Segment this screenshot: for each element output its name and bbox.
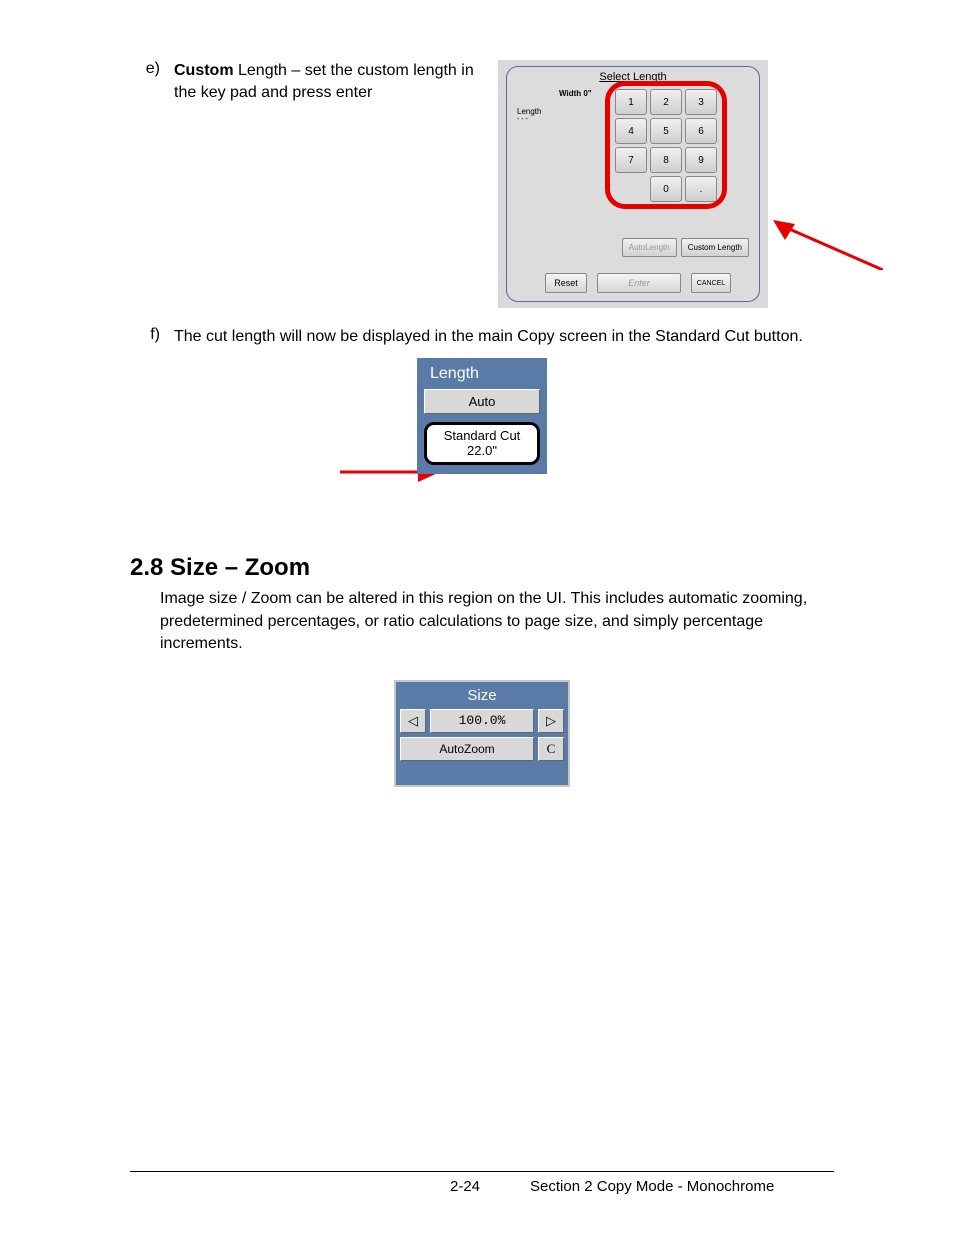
list-item-f: f) The cut length will now be displayed … [130, 326, 834, 348]
custom-length-button[interactable]: Custom Length [681, 238, 749, 257]
auto-button[interactable]: Auto [424, 389, 540, 414]
zoom-percent-button[interactable]: 100.0% [430, 709, 534, 733]
standard-cut-button[interactable]: Standard Cut 22.0" [424, 422, 540, 466]
list-item-e: e) Custom Length – set the custom length… [130, 60, 834, 308]
size-inner: Size ◁ 100.0% ▷ AutoZoom C [396, 682, 568, 785]
select-length-panel: Select Length Width 0" Length - - - 1 2 … [498, 60, 768, 308]
arrow-icon [773, 220, 883, 270]
select-length-title: Select Length [507, 71, 759, 83]
key-9[interactable]: 9 [685, 147, 717, 173]
footer-line: 2-24 Section 2 Copy Mode - Monochrome [130, 1178, 834, 1195]
standard-cut-label: Standard Cut [429, 429, 535, 444]
list-text: The cut length will now be displayed in … [174, 326, 834, 348]
key-5[interactable]: 5 [650, 118, 682, 144]
length-widget-wrap: Length Auto Standard Cut 22.0" [130, 358, 834, 475]
list-text: Custom Length – set the custom length in… [174, 60, 474, 103]
cancel-button[interactable]: CANCEL [691, 273, 731, 293]
size-row-2: AutoZoom C [400, 737, 564, 761]
footer-rule [130, 1171, 834, 1172]
page-number: 2-24 [450, 1178, 480, 1195]
section-heading: 2.8 Size – Zoom [130, 554, 834, 582]
size-widget-wrap: Size ◁ 100.0% ▷ AutoZoom C [130, 680, 834, 787]
section-body: Image size / Zoom can be altered in this… [160, 588, 834, 655]
key-1[interactable]: 1 [615, 89, 647, 115]
width-label: Width 0" [559, 89, 592, 98]
list-letter: e) [130, 60, 160, 78]
length-header: Length [422, 363, 542, 389]
reset-button[interactable]: Reset [545, 273, 587, 293]
standard-cut-value: 22.0" [429, 444, 535, 459]
size-row-1: ◁ 100.0% ▷ [400, 709, 564, 733]
key-6[interactable]: 6 [685, 118, 717, 144]
zoom-decrease-button[interactable]: ◁ [400, 709, 426, 733]
length-mode-buttons: AutoLength Custom Length [622, 238, 749, 257]
size-strip [400, 765, 564, 781]
keypad: 1 2 3 4 5 6 7 8 9 0 . [615, 89, 717, 202]
list-letter: f) [130, 326, 160, 344]
key-dot[interactable]: . [685, 176, 717, 202]
key-8[interactable]: 8 [650, 147, 682, 173]
select-length-frame: Select Length Width 0" Length - - - 1 2 … [506, 66, 760, 302]
size-widget: Size ◁ 100.0% ▷ AutoZoom C [394, 680, 570, 787]
autozoom-button[interactable]: AutoZoom [400, 737, 534, 761]
autolength-button[interactable]: AutoLength [622, 238, 677, 257]
document-page: e) Custom Length – set the custom length… [0, 0, 954, 1235]
dialog-buttons: Reset Enter CANCEL [515, 273, 751, 293]
key-4[interactable]: 4 [615, 118, 647, 144]
key-2[interactable]: 2 [650, 89, 682, 115]
enter-button[interactable]: Enter [597, 273, 681, 293]
length-widget: Length Auto Standard Cut 22.0" [417, 358, 547, 475]
key-3[interactable]: 3 [685, 89, 717, 115]
key-7[interactable]: 7 [615, 147, 647, 173]
size-header: Size [400, 686, 564, 709]
footer-section: Section 2 Copy Mode - Monochrome [530, 1178, 774, 1195]
custom-bold: Custom [174, 62, 234, 79]
length-label: Length - - - [517, 107, 541, 123]
page-footer: 2-24 Section 2 Copy Mode - Monochrome [130, 1171, 834, 1195]
key-0[interactable]: 0 [650, 176, 682, 202]
zoom-increase-button[interactable]: ▷ [538, 709, 564, 733]
zoom-c-button[interactable]: C [538, 737, 564, 761]
